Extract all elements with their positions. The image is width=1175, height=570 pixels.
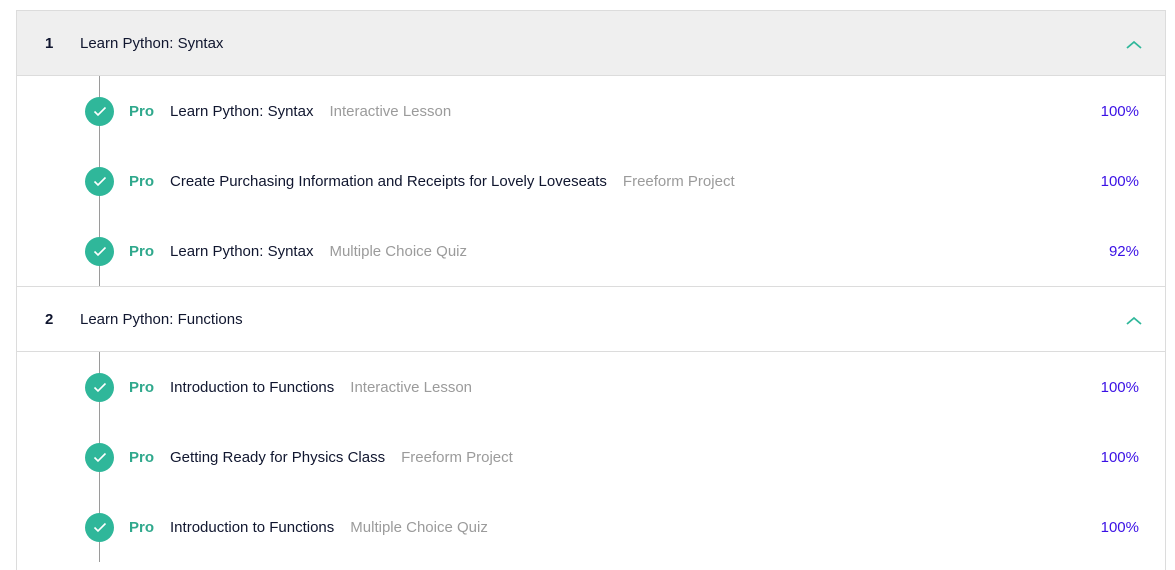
- item-type: Multiple Choice Quiz: [350, 518, 488, 536]
- pro-badge: Pro: [129, 448, 155, 466]
- item-title[interactable]: Introduction to Functions: [170, 379, 334, 396]
- module-header-2[interactable]: 2 Learn Python: Functions: [17, 287, 1165, 352]
- item-type: Freeform Project: [622, 172, 735, 190]
- list-item[interactable]: Pro Introduction to Functions Interactiv…: [17, 352, 1165, 422]
- item-title[interactable]: Create Purchasing Information and Receip…: [170, 173, 607, 190]
- module-title: Learn Python: Functions: [80, 310, 243, 328]
- module-body-2: Pro Introduction to Functions Interactiv…: [17, 352, 1165, 562]
- syllabus: 1 Learn Python: Syntax Pro Learn Python:…: [16, 10, 1166, 570]
- check-icon: [85, 167, 114, 196]
- progress-percent: 100%: [1100, 448, 1139, 466]
- check-icon: [85, 373, 114, 402]
- pro-badge: Pro: [129, 518, 155, 536]
- pro-badge: Pro: [129, 378, 155, 396]
- pro-badge: Pro: [129, 172, 155, 190]
- module-number: 2: [45, 310, 54, 328]
- pro-badge: Pro: [129, 102, 155, 120]
- module-title: Learn Python: Syntax: [80, 34, 224, 52]
- check-icon: [85, 443, 114, 472]
- item-type: Interactive Lesson: [350, 378, 473, 396]
- item-title[interactable]: Learn Python: Syntax: [170, 243, 313, 260]
- progress-percent: 100%: [1100, 518, 1139, 536]
- item-title[interactable]: Introduction to Functions: [170, 519, 334, 536]
- list-item[interactable]: Pro Create Purchasing Information and Re…: [17, 146, 1165, 216]
- item-type: Multiple Choice Quiz: [329, 242, 468, 260]
- chevron-up-icon[interactable]: [1125, 314, 1143, 326]
- pro-badge: Pro: [129, 242, 155, 260]
- progress-percent: 92%: [1108, 242, 1139, 260]
- item-title[interactable]: Learn Python: Syntax: [170, 103, 313, 120]
- item-type: Interactive Lesson: [329, 102, 452, 120]
- list-item[interactable]: Pro Introduction to Functions Multiple C…: [17, 492, 1165, 562]
- list-item[interactable]: Pro Learn Python: Syntax Interactive Les…: [17, 76, 1165, 146]
- chevron-up-icon[interactable]: [1125, 38, 1143, 50]
- list-item[interactable]: Pro Getting Ready for Physics Class Free…: [17, 422, 1165, 492]
- module-number: 1: [45, 34, 54, 52]
- progress-percent: 100%: [1100, 172, 1139, 190]
- item-type: Freeform Project: [401, 448, 513, 466]
- module-body-1: Pro Learn Python: Syntax Interactive Les…: [17, 76, 1165, 287]
- progress-percent: 100%: [1100, 102, 1139, 120]
- check-icon: [85, 237, 114, 266]
- item-title[interactable]: Getting Ready for Physics Class: [170, 449, 385, 466]
- progress-percent: 100%: [1100, 378, 1139, 396]
- module-header-1[interactable]: 1 Learn Python: Syntax: [17, 11, 1165, 76]
- list-item[interactable]: Pro Learn Python: Syntax Multiple Choice…: [17, 216, 1165, 286]
- check-icon: [85, 513, 114, 542]
- check-icon: [85, 97, 114, 126]
